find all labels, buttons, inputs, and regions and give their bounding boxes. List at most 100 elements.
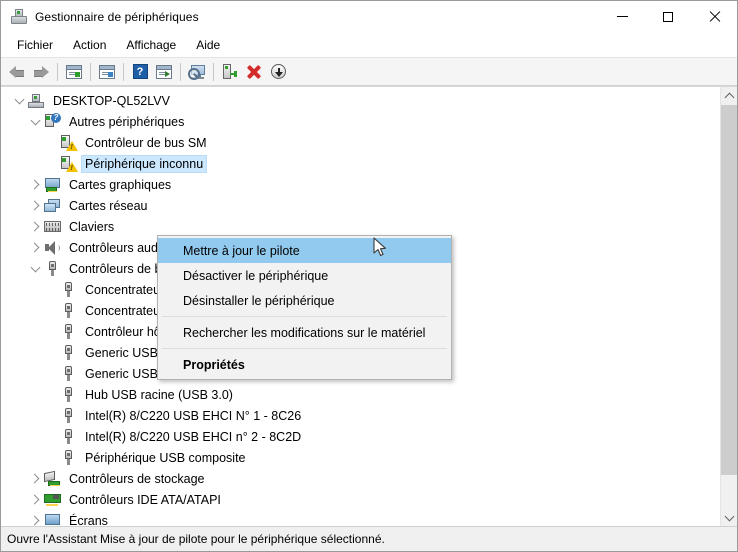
device-manager-window: Gestionnaire de périphériques Fichier Ac…: [0, 0, 738, 552]
warning-device-icon: [59, 135, 78, 151]
menu-action[interactable]: Action: [63, 35, 116, 55]
tree-label: Contrôleurs IDE ATA/ATAPI: [69, 492, 221, 507]
maximize-button[interactable]: [645, 1, 691, 32]
menu-bar: Fichier Action Affichage Aide: [1, 32, 737, 58]
tree-label: Périphérique USB composite: [85, 450, 246, 465]
display-monitor-button[interactable]: [185, 60, 209, 84]
close-button[interactable]: [691, 1, 737, 32]
computer-icon: [27, 93, 45, 109]
update-driver-icon: [223, 64, 237, 79]
warning-device-icon: [59, 156, 78, 172]
scroll-down-button[interactable]: [721, 509, 737, 526]
tree-label: Contrôleurs de stockage: [69, 471, 205, 486]
monitor-icon: [43, 513, 61, 526]
usb-icon: [59, 408, 77, 424]
back-arrow-icon: [9, 65, 25, 79]
display-adapter-icon: [43, 177, 61, 193]
window-title: Gestionnaire de périphériques: [35, 9, 199, 24]
usb-icon: [59, 429, 77, 445]
expander-root[interactable]: [11, 93, 27, 109]
back-button[interactable]: [5, 60, 29, 84]
expander-controleurs-de-stockage[interactable]: [27, 471, 43, 487]
minimize-icon: [616, 16, 628, 17]
tree-row-intel-ehci-1[interactable]: Intel(R) 8/C220 USB EHCI N° 1 - 8C26: [1, 405, 720, 426]
context-menu-item-uninstall-device[interactable]: Désinstaller le périphérique: [158, 288, 451, 313]
vertical-scrollbar[interactable]: [720, 87, 737, 526]
help-icon: ?: [132, 64, 148, 79]
context-menu[interactable]: Mettre à jour le pilote Désactiver le pé…: [157, 235, 452, 380]
status-bar: Ouvre l'Assistant Mise à jour de pilote …: [1, 526, 737, 551]
help-button[interactable]: ?: [128, 60, 152, 84]
forward-button[interactable]: [29, 60, 53, 84]
usb-icon: [59, 366, 77, 382]
context-menu-item-properties[interactable]: Propriétés: [158, 352, 451, 377]
toolbar: ?: [1, 58, 737, 86]
tree-label: DESKTOP-QL52LVV: [53, 93, 170, 108]
usb-icon: [59, 303, 77, 319]
tree-row-hub-usb-racine[interactable]: Hub USB racine (USB 3.0): [1, 384, 720, 405]
tree-row-intel-ehci-2[interactable]: Intel(R) 8/C220 USB EHCI n° 2 - 8C2D: [1, 426, 720, 447]
usb-icon: [59, 282, 77, 298]
tree-row-cartes-reseau[interactable]: Cartes réseau: [1, 195, 720, 216]
expander-cartes-reseau[interactable]: [27, 198, 43, 214]
display-monitor-icon: [187, 64, 206, 80]
disable-device-button[interactable]: [266, 60, 290, 84]
expander-controleurs-usb[interactable]: [27, 261, 43, 277]
tree-row-controleurs-de-stockage[interactable]: Contrôleurs de stockage: [1, 468, 720, 489]
expander-ecrans[interactable]: [27, 513, 43, 527]
tree-label: Écrans: [69, 513, 108, 527]
expander-autres-peripheriques[interactable]: [27, 114, 43, 130]
context-menu-item-update-driver[interactable]: Mettre à jour le pilote: [158, 238, 451, 263]
expander-controleurs-audio[interactable]: [27, 240, 43, 256]
ide-controller-icon: [43, 492, 61, 508]
tree-label: Intel(R) 8/C220 USB EHCI N° 1 - 8C26: [85, 408, 302, 423]
usb-icon: [59, 324, 77, 340]
expander-claviers[interactable]: [27, 219, 43, 235]
tree-row-cartes-graphiques[interactable]: Cartes graphiques: [1, 174, 720, 195]
show-hide-console-tree-icon: [66, 64, 82, 79]
context-menu-separator: [162, 348, 447, 349]
toolbar-separator: [90, 62, 91, 81]
tree-row-claviers[interactable]: Claviers: [1, 216, 720, 237]
tree-row-root[interactable]: DESKTOP-QL52LVV: [1, 90, 720, 111]
tree-label: Hub USB racine (USB 3.0): [85, 387, 233, 402]
scan-view-button[interactable]: [152, 60, 176, 84]
tree-label: Cartes réseau: [69, 198, 148, 213]
tree-label: Claviers: [69, 219, 115, 234]
disable-device-icon: [270, 64, 286, 79]
context-menu-item-disable-device[interactable]: Désactiver le périphérique: [158, 263, 451, 288]
status-text: Ouvre l'Assistant Mise à jour de pilote …: [7, 532, 385, 546]
tree-row-controleurs-ide[interactable]: Contrôleurs IDE ATA/ATAPI: [1, 489, 720, 510]
tree-label: Intel(R) 8/C220 USB EHCI n° 2 - 8C2D: [85, 429, 302, 444]
content-area: DESKTOP-QL52LVV ? Autres périphériques C…: [1, 86, 737, 526]
menu-fichier[interactable]: Fichier: [7, 35, 63, 55]
tree-row-autres-peripheriques[interactable]: ? Autres périphériques: [1, 111, 720, 132]
show-hide-console-tree-button[interactable]: [62, 60, 86, 84]
menu-affichage[interactable]: Affichage: [116, 35, 186, 55]
tree-label: Autres périphériques: [69, 114, 185, 129]
properties-button[interactable]: [95, 60, 119, 84]
toolbar-separator: [57, 62, 58, 81]
maximize-icon: [663, 11, 673, 22]
tree-row-peripherique-usb-composite[interactable]: Périphérique USB composite: [1, 447, 720, 468]
window-controls: [599, 1, 737, 32]
title-bar: Gestionnaire de périphériques: [1, 1, 737, 32]
scroll-up-button[interactable]: [721, 87, 737, 104]
minimize-button[interactable]: [599, 1, 645, 32]
tree-row-peripherique-inconnu[interactable]: Périphérique inconnu: [1, 153, 720, 174]
expander-cartes-graphiques[interactable]: [27, 177, 43, 193]
toolbar-separator: [123, 62, 124, 81]
usb-icon: [43, 261, 61, 277]
scrollbar-thumb[interactable]: [721, 105, 737, 475]
scan-view-icon: [156, 64, 172, 79]
tree-row-controleur-bus-sm[interactable]: Contrôleur de bus SM: [1, 132, 720, 153]
menu-aide[interactable]: Aide: [186, 35, 230, 55]
uninstall-device-button[interactable]: [242, 60, 266, 84]
tree-label: Cartes graphiques: [69, 177, 172, 192]
usb-icon: [59, 345, 77, 361]
context-menu-item-scan-hardware-changes[interactable]: Rechercher les modifications sur le maté…: [158, 320, 451, 345]
expander-controleurs-ide[interactable]: [27, 492, 43, 508]
tree-row-ecrans[interactable]: Écrans: [1, 510, 720, 526]
update-driver-button[interactable]: [218, 60, 242, 84]
scroll-up-icon: [724, 92, 735, 102]
